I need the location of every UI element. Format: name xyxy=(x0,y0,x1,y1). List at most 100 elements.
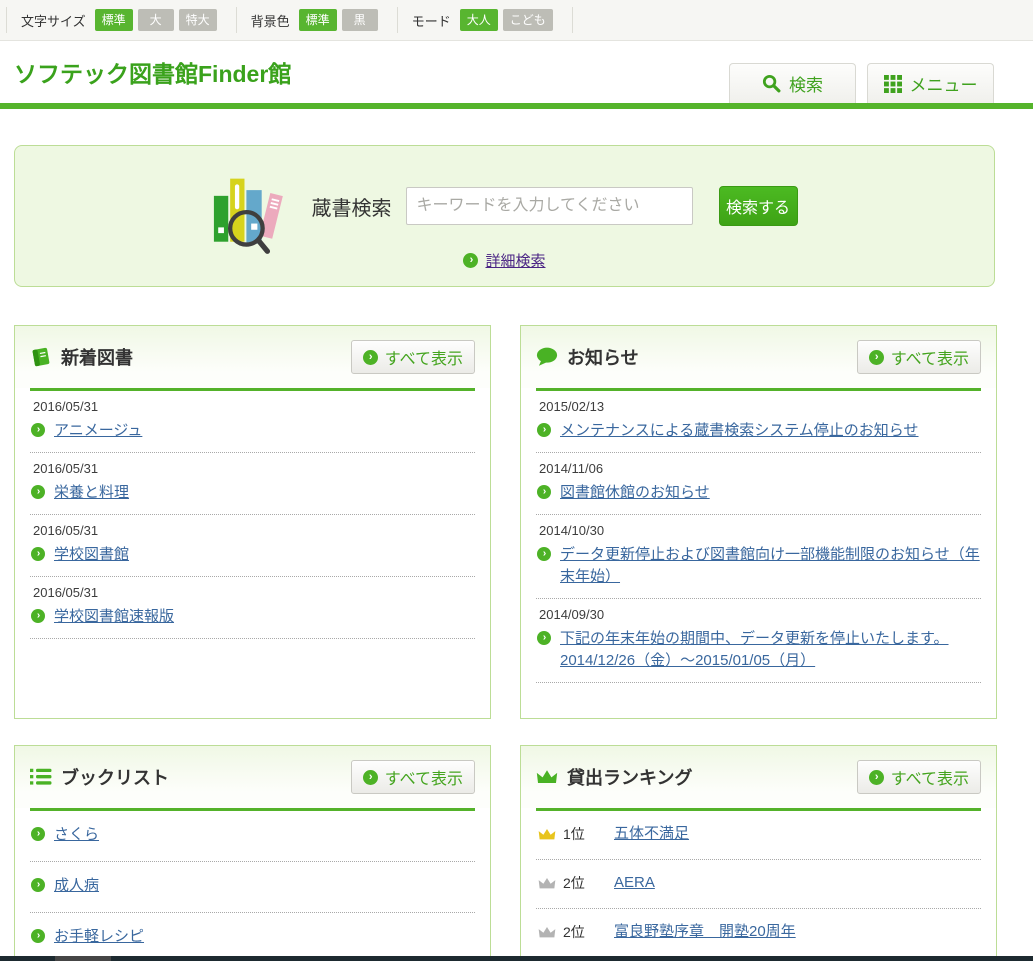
advanced-search-row: › 詳細検索 xyxy=(15,250,994,271)
book-link[interactable]: 学校図書館 xyxy=(54,544,129,566)
new-books-list: 2016/05/31 › アニメージュ 2016/05/31 › 栄養と料理 2… xyxy=(30,391,475,639)
booklist-panel: ブックリスト › すべて表示 › さくら › 成人病 › お手軽レシピ xyxy=(14,745,491,961)
panel-title: 貸出ランキング xyxy=(567,764,692,790)
panel-title-wrap: ブックリスト xyxy=(30,764,169,790)
silver-crown-icon xyxy=(538,925,556,940)
font-size-xlarge-button[interactable]: 特大 xyxy=(179,9,217,31)
show-all-button[interactable]: › すべて表示 xyxy=(351,760,475,794)
list-item: 2016/05/31 › 学校図書館速報版 xyxy=(30,577,475,639)
arrow-circle-icon: › xyxy=(31,609,45,623)
item-date: 2016/05/31 xyxy=(33,523,474,538)
list-item: 2016/05/31 › 栄養と料理 xyxy=(30,453,475,515)
gold-crown-icon xyxy=(538,827,556,842)
list-item: › お手軽レシピ xyxy=(30,913,475,961)
font-size-label: 文字サイズ xyxy=(21,11,86,30)
list-item: 2016/05/31 › アニメージュ xyxy=(30,391,475,453)
font-size-large-button[interactable]: 大 xyxy=(138,9,174,31)
arrow-circle-icon: › xyxy=(363,770,378,785)
footer-bar xyxy=(0,956,1033,961)
item-date: 2016/05/31 xyxy=(33,585,474,600)
font-size-group: 文字サイズ 標準 大 特大 xyxy=(6,7,237,33)
arrow-circle-icon: › xyxy=(31,547,45,561)
notice-link[interactable]: メンテナンスによる蔵書検索システム停止のお知らせ xyxy=(560,420,919,442)
panel-title-wrap: お知らせ xyxy=(536,344,639,370)
list-item: › さくら xyxy=(30,811,475,862)
accessibility-toolbar: 文字サイズ 標準 大 特大 背景色 標準 黒 モード 大人 こども xyxy=(0,0,1033,41)
ranking-list: 1位 五体不満足 2位 AERA 2位 xyxy=(536,811,981,958)
panel-title: ブックリスト xyxy=(61,764,169,790)
speech-bubble-icon xyxy=(536,346,558,368)
panel-title: 新着図書 xyxy=(61,344,133,370)
panel-title-wrap: 新着図書 xyxy=(30,344,133,370)
arrow-circle-icon: › xyxy=(537,423,551,437)
book-link[interactable]: 学校図書館速報版 xyxy=(54,606,174,628)
show-all-button[interactable]: › すべて表示 xyxy=(857,340,981,374)
item-date: 2016/05/31 xyxy=(33,399,474,414)
item-date: 2014/09/30 xyxy=(539,607,980,622)
panel-header: お知らせ › すべて表示 xyxy=(521,326,996,388)
search-row: 蔵書検索 検索する xyxy=(15,146,994,250)
show-all-button[interactable]: › すべて表示 xyxy=(857,760,981,794)
header-menu-button[interactable]: メニュー xyxy=(867,63,994,103)
show-all-button[interactable]: › すべて表示 xyxy=(351,340,475,374)
booklist-link[interactable]: さくら xyxy=(54,824,99,846)
booklist-link[interactable]: 成人病 xyxy=(54,875,99,897)
arrow-circle-icon: › xyxy=(31,929,45,943)
list-item: 2014/09/30 › 下記の年末年始の期間中、データ更新を停止いたします。2… xyxy=(536,599,981,683)
collection-search-label: 蔵書検索 xyxy=(312,192,392,221)
list-item: 1位 五体不満足 xyxy=(536,811,981,860)
search-icon xyxy=(762,74,781,93)
notice-link[interactable]: データ更新停止および図書館向け一部機能制限のお知らせ（年末年始） xyxy=(560,544,980,588)
menu-grid-icon xyxy=(884,75,902,93)
item-date: 2016/05/31 xyxy=(33,461,474,476)
booklist-link[interactable]: お手軽レシピ xyxy=(54,926,144,948)
header-accent-bar xyxy=(0,103,1033,109)
arrow-circle-icon: › xyxy=(31,485,45,499)
silver-crown-icon xyxy=(538,876,556,891)
list-item: 2015/02/13 › メンテナンスによる蔵書検索システム停止のお知らせ xyxy=(536,391,981,453)
mode-group: モード 大人 こども xyxy=(398,7,573,33)
ranking-link[interactable]: 五体不満足 xyxy=(614,823,689,845)
ranking-link[interactable]: AERA xyxy=(614,872,655,894)
font-size-standard-button[interactable]: 標準 xyxy=(95,9,133,31)
rank-label: 1位 xyxy=(563,824,591,844)
panel-header: 新着図書 › すべて表示 xyxy=(15,326,490,388)
arrow-circle-icon: › xyxy=(869,770,884,785)
arrow-circle-icon: › xyxy=(537,485,551,499)
arrow-circle-icon: › xyxy=(869,350,884,365)
notices-list: 2015/02/13 › メンテナンスによる蔵書検索システム停止のお知らせ 20… xyxy=(536,391,981,683)
arrow-circle-icon: › xyxy=(31,423,45,437)
book-icon xyxy=(30,346,52,368)
rank-label: 2位 xyxy=(563,922,591,942)
notice-link[interactable]: 図書館休館のお知らせ xyxy=(560,482,710,504)
item-date: 2014/11/06 xyxy=(539,461,980,476)
keyword-search-input[interactable] xyxy=(406,187,693,225)
site-header: ソフテック図書館Finder館 検索 メニュー xyxy=(0,41,1033,103)
panel-header: ブックリスト › すべて表示 xyxy=(15,746,490,808)
header-search-button[interactable]: 検索 xyxy=(729,63,856,103)
ranking-link[interactable]: 富良野塾序章 開塾20周年 xyxy=(614,921,796,943)
collection-search-section: 蔵書検索 検索する › 詳細検索 xyxy=(14,145,995,287)
notice-link[interactable]: 下記の年末年始の期間中、データ更新を停止いたします。2014/12/26（金）～… xyxy=(560,628,980,672)
header-buttons: 検索 メニュー xyxy=(729,63,994,103)
advanced-search-link[interactable]: 詳細検索 xyxy=(485,250,545,271)
search-submit-button[interactable]: 検索する xyxy=(719,186,798,226)
panel-title-wrap: 貸出ランキング xyxy=(536,764,692,790)
mode-kids-button[interactable]: こども xyxy=(503,9,553,31)
library-home-page: 文字サイズ 標準 大 特大 背景色 標準 黒 モード 大人 こども ソフテック図… xyxy=(0,0,1033,961)
list-item: › 成人病 xyxy=(30,862,475,913)
mode-adult-button[interactable]: 大人 xyxy=(460,9,498,31)
book-link[interactable]: アニメージュ xyxy=(54,420,142,442)
show-all-label: すべて表示 xyxy=(385,765,463,789)
arrow-circle-icon: › xyxy=(31,878,45,892)
book-link[interactable]: 栄養と料理 xyxy=(54,482,129,504)
arrow-circle-icon: › xyxy=(31,827,45,841)
header-search-label: 検索 xyxy=(789,71,823,96)
booklist-list: › さくら › 成人病 › お手軽レシピ xyxy=(30,811,475,961)
arrow-circle-icon: › xyxy=(537,631,551,645)
item-date: 2015/02/13 xyxy=(539,399,980,414)
bg-color-black-button[interactable]: 黒 xyxy=(342,9,378,31)
bg-color-standard-button[interactable]: 標準 xyxy=(299,9,337,31)
list-icon xyxy=(30,766,52,788)
panel-header: 貸出ランキング › すべて表示 xyxy=(521,746,996,808)
